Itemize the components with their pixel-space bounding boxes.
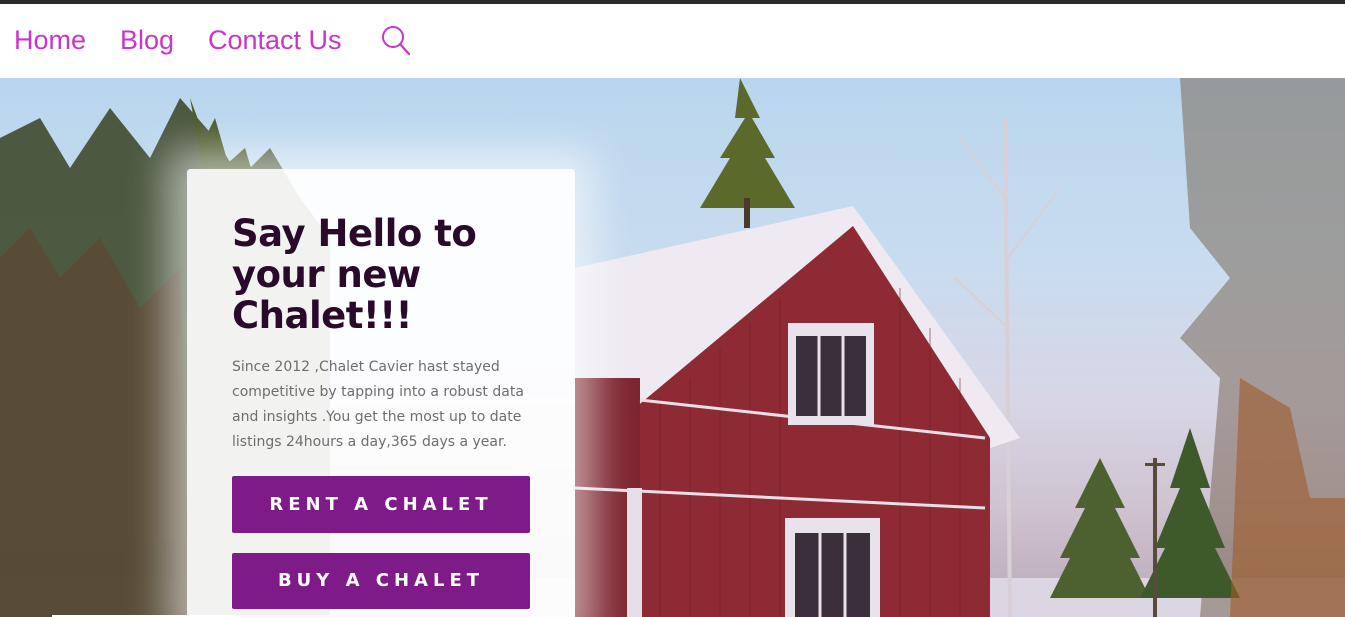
hero-card: Say Hello to your new Chalet!!! Since 20… (187, 169, 575, 617)
nav-blog-link[interactable]: Blog (120, 24, 174, 56)
hero-title: Say Hello to your new Chalet!!! (232, 212, 477, 337)
hero-description: Since 2012 ,Chalet Cavier hast stayed co… (232, 359, 524, 450)
buy-chalet-button[interactable]: BUY A CHALET (232, 553, 530, 609)
hero-section: Say Hello to your new Chalet!!! Since 20… (0, 78, 1345, 617)
nav-home-link[interactable]: Home (14, 24, 86, 56)
main-navigation: Home Blog Contact Us (0, 4, 1345, 78)
nav-contact-link[interactable]: Contact Us (208, 24, 342, 56)
search-icon[interactable] (379, 24, 413, 58)
rent-chalet-button[interactable]: RENT A CHALET (232, 476, 530, 533)
